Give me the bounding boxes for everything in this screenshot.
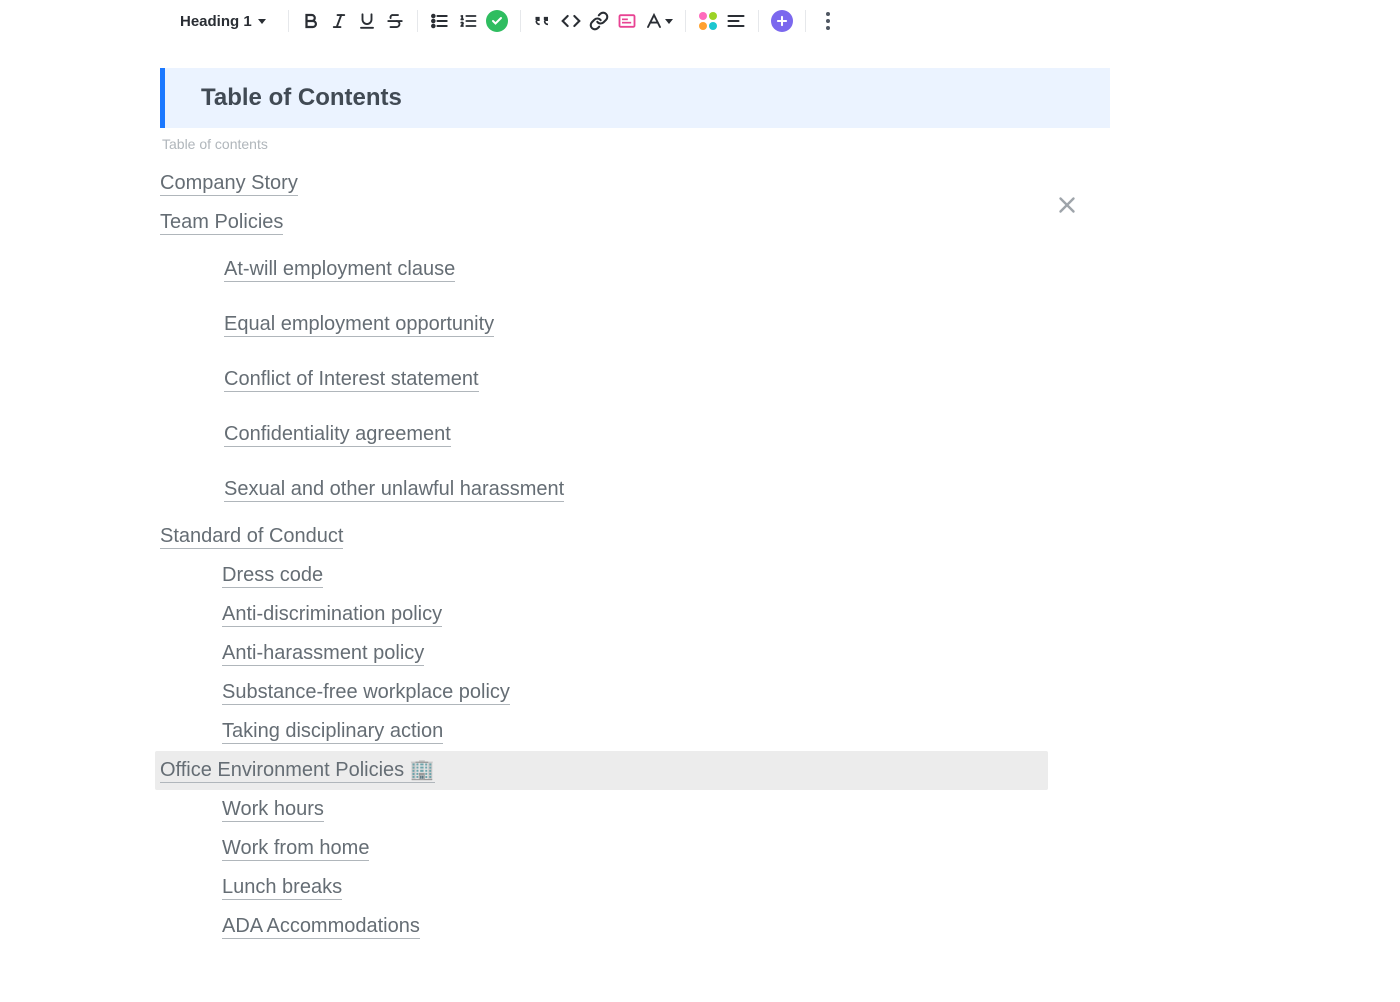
toc-item[interactable]: Work from home bbox=[222, 836, 369, 861]
code-icon bbox=[561, 11, 581, 31]
toc-row: Lunch breaks bbox=[160, 868, 1400, 907]
toc-item[interactable]: ADA Accommodations bbox=[222, 914, 420, 939]
toc-item[interactable]: Office Environment Policies 🏢 bbox=[160, 758, 435, 783]
underline-button[interactable] bbox=[353, 7, 381, 35]
toc-row: Substance-free workplace policy bbox=[160, 673, 1400, 712]
bullet-list-button[interactable] bbox=[426, 7, 454, 35]
close-toc-button[interactable] bbox=[1054, 192, 1080, 223]
toc-row: Conflict of Interest statement bbox=[160, 352, 1400, 407]
strikethrough-icon bbox=[386, 12, 404, 30]
block-style-picker[interactable]: Heading 1 bbox=[178, 13, 280, 30]
toc-row: Standard of Conduct bbox=[160, 517, 1400, 556]
toolbar-separator bbox=[758, 10, 759, 32]
text-color-button[interactable] bbox=[641, 7, 677, 35]
toc-item[interactable]: Standard of Conduct bbox=[160, 524, 343, 549]
toc-row: Work hours bbox=[160, 790, 1400, 829]
banner-icon bbox=[617, 11, 637, 31]
toc-item[interactable]: Taking disciplinary action bbox=[222, 719, 443, 744]
bold-button[interactable] bbox=[297, 7, 325, 35]
link-button[interactable] bbox=[585, 7, 613, 35]
bullet-list-icon bbox=[430, 11, 450, 31]
table-of-contents: Company Story Team Policies At-will employ… bbox=[160, 164, 1400, 946]
toc-row: ADA Accommodations bbox=[160, 907, 1400, 946]
toc-item[interactable]: At-will employment clause bbox=[224, 257, 455, 282]
plus-circle-icon bbox=[771, 10, 793, 32]
code-block-button[interactable] bbox=[557, 7, 585, 35]
color-swatches-icon bbox=[699, 12, 717, 30]
bold-icon bbox=[302, 12, 320, 30]
link-icon bbox=[589, 11, 609, 31]
toc-item[interactable]: Conflict of Interest statement bbox=[224, 367, 479, 392]
toc-row: Equal employment opportunity bbox=[160, 297, 1400, 352]
toc-item[interactable]: Equal employment opportunity bbox=[224, 312, 494, 337]
chevron-down-icon bbox=[665, 19, 673, 24]
checklist-button[interactable] bbox=[482, 7, 512, 35]
toc-banner-title: Table of Contents bbox=[201, 84, 402, 112]
toc-row: Office Environment Policies 🏢 bbox=[155, 751, 1048, 790]
insert-button[interactable] bbox=[767, 7, 797, 35]
banner-button[interactable] bbox=[613, 7, 641, 35]
editor-toolbar: Heading 1 bbox=[0, 0, 1400, 42]
toc-item[interactable]: Lunch breaks bbox=[222, 875, 342, 900]
toc-item[interactable]: Dress code bbox=[222, 563, 323, 588]
italic-icon bbox=[330, 12, 348, 30]
toc-row: Sexual and other unlawful harassment bbox=[160, 462, 1400, 517]
toc-caption: Table of contents bbox=[162, 136, 1400, 152]
toc-row: Company Story bbox=[160, 164, 1400, 203]
toc-row: At-will employment clause bbox=[160, 242, 1400, 297]
toc-row: Confidentiality agreement bbox=[160, 407, 1400, 462]
toc-heading-banner[interactable]: Table of Contents bbox=[160, 68, 1110, 128]
numbered-list-button[interactable] bbox=[454, 7, 482, 35]
toc-item[interactable]: Sexual and other unlawful harassment bbox=[224, 477, 564, 502]
quote-button[interactable] bbox=[529, 7, 557, 35]
numbered-list-icon bbox=[458, 11, 478, 31]
align-button[interactable] bbox=[722, 7, 750, 35]
highlight-color-button[interactable] bbox=[694, 7, 722, 35]
toc-item[interactable]: Substance-free workplace policy bbox=[222, 680, 510, 705]
toc-row: Dress code bbox=[160, 556, 1400, 595]
toc-row: Work from home bbox=[160, 829, 1400, 868]
toc-item[interactable]: Confidentiality agreement bbox=[224, 422, 451, 447]
kebab-menu-icon bbox=[826, 12, 830, 30]
italic-button[interactable] bbox=[325, 7, 353, 35]
toc-item[interactable]: Team Policies bbox=[160, 210, 283, 235]
more-options-button[interactable] bbox=[814, 7, 842, 35]
align-left-icon bbox=[726, 11, 746, 31]
toc-row: Team Policies bbox=[160, 203, 1400, 242]
toc-item[interactable]: Work hours bbox=[222, 797, 324, 822]
toolbar-separator bbox=[288, 10, 289, 32]
text-color-icon bbox=[645, 12, 663, 30]
close-icon bbox=[1054, 192, 1080, 218]
toolbar-separator bbox=[417, 10, 418, 32]
toc-row: Anti-discrimination policy bbox=[160, 595, 1400, 634]
document-area: Table of Contents Table of contents Comp… bbox=[0, 42, 1400, 946]
checkmark-circle-icon bbox=[486, 10, 508, 32]
toolbar-separator bbox=[520, 10, 521, 32]
toc-item[interactable]: Company Story bbox=[160, 171, 298, 196]
toc-item[interactable]: Anti-harassment policy bbox=[222, 641, 424, 666]
block-style-label: Heading 1 bbox=[180, 13, 252, 30]
underline-icon bbox=[358, 12, 376, 30]
quote-icon bbox=[533, 11, 553, 31]
toolbar-separator bbox=[685, 10, 686, 32]
toolbar-separator bbox=[805, 10, 806, 32]
strikethrough-button[interactable] bbox=[381, 7, 409, 35]
toc-item[interactable]: Anti-discrimination policy bbox=[222, 602, 442, 627]
toc-row: Anti-harassment policy bbox=[160, 634, 1400, 673]
toc-row: Taking disciplinary action bbox=[160, 712, 1400, 751]
chevron-down-icon bbox=[258, 19, 266, 24]
